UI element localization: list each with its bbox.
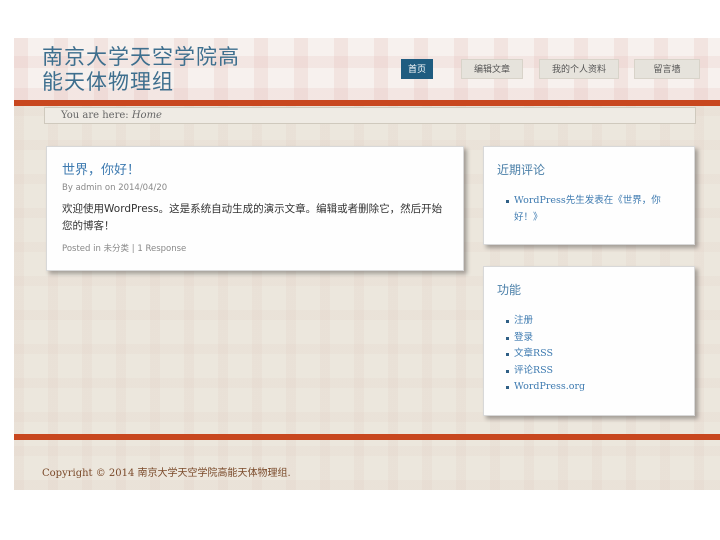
page: 南京大学天空学院高 能天体物理组 首页 编辑文章 我的个人资料 留言墙 You … [14, 38, 720, 490]
meta-link-wordpress-org[interactable]: WordPress.org [506, 379, 585, 396]
recent-comments-title: 近期评论 [497, 163, 546, 177]
footer-copyright: Copyright © 2014 南京大学天空学院高能天体物理组. [42, 468, 291, 479]
post-card: 世界，你好！ By admin on 2014/04/20 欢迎使用WordPr… [46, 146, 464, 271]
meta-link-register[interactable]: 注册 [506, 313, 585, 330]
post-meta: By admin on 2014/04/20 [62, 183, 168, 193]
breadcrumb: You are here: Home [44, 107, 696, 124]
nav-item-home[interactable]: 首页 [401, 59, 433, 79]
breadcrumb-prefix: You are here: [61, 110, 129, 121]
nav-item-edit-post[interactable]: 编辑文章 [461, 59, 523, 79]
meta-links-list: 注册 登录 文章RSS 评论RSS WordPress.org [506, 313, 585, 396]
nav-item-profile[interactable]: 我的个人资料 [539, 59, 619, 79]
meta-widget: 功能 注册 登录 文章RSS 评论RSS WordPress.org [483, 266, 695, 416]
footer-divider [14, 434, 720, 440]
meta-link-comments-rss[interactable]: 评论RSS [506, 363, 585, 380]
header-divider [14, 100, 720, 106]
meta-widget-title: 功能 [497, 283, 522, 297]
meta-link-posts-rss[interactable]: 文章RSS [506, 346, 585, 363]
recent-comment-item[interactable]: WordPress先生发表在《世界，你好！》 [506, 193, 671, 226]
site-header: 南京大学天空学院高 能天体物理组 首页 编辑文章 我的个人资料 留言墙 [14, 38, 720, 100]
post-footer[interactable]: Posted in 未分类 | 1 Response [62, 242, 186, 254]
meta-link-login[interactable]: 登录 [506, 330, 585, 347]
post-body: 欢迎使用WordPress。这是系统自动生成的演示文章。编辑或者删除它，然后开始… [62, 203, 443, 232]
breadcrumb-current[interactable]: Home [132, 110, 162, 121]
site-title[interactable]: 南京大学天空学院高 能天体物理组 [42, 45, 282, 95]
post-title[interactable]: 世界，你好！ [62, 159, 140, 178]
recent-comments-widget: 近期评论 WordPress先生发表在《世界，你好！》 [483, 146, 695, 245]
recent-comments-list: WordPress先生发表在《世界，你好！》 [506, 193, 671, 226]
nav-item-guestbook[interactable]: 留言墙 [634, 59, 700, 79]
